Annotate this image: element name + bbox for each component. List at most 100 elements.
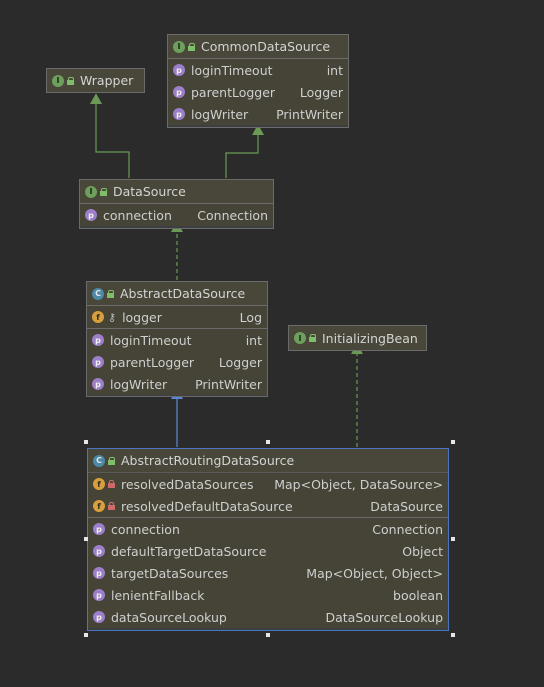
property-icon: p bbox=[93, 545, 105, 557]
resize-handle-middle-left[interactable] bbox=[84, 537, 88, 541]
class-datasource[interactable]: I DataSource p connection Connection bbox=[79, 179, 274, 229]
property-type: Object bbox=[402, 543, 443, 559]
class-abstractdatasource[interactable]: C AbstractDataSource f ⚷ logger Log p lo… bbox=[86, 281, 268, 397]
class-wrapper[interactable]: I Wrapper bbox=[46, 68, 145, 93]
property-name: parentLogger bbox=[191, 84, 276, 100]
lock-icon bbox=[108, 502, 115, 510]
property-type: DataSourceLookup bbox=[325, 609, 443, 625]
field-type: Map<Object, DataSource> bbox=[274, 476, 443, 492]
property-name: lenientFallback bbox=[111, 587, 205, 603]
resize-handle-top-middle[interactable] bbox=[266, 440, 270, 444]
resize-handle-bottom-right[interactable] bbox=[451, 633, 455, 637]
field-row[interactable]: f resolvedDataSources Map<Object, DataSo… bbox=[88, 473, 448, 495]
key-icon: ⚷ bbox=[108, 310, 117, 324]
class-title: CommonDataSource bbox=[201, 39, 331, 54]
property-type: boolean bbox=[393, 587, 443, 603]
class-header: C AbstractDataSource bbox=[87, 282, 267, 306]
property-type: Map<Object, Object> bbox=[306, 565, 443, 581]
edge-datasource-wrapper bbox=[90, 93, 130, 178]
property-type: int bbox=[326, 62, 343, 78]
class-abstractroutingdatasource[interactable]: C AbstractRoutingDataSource f resolvedDa… bbox=[87, 448, 449, 631]
property-row[interactable]: p targetDataSources Map<Object, Object> bbox=[88, 562, 448, 584]
field-type: Log bbox=[239, 309, 262, 325]
field-icon: f bbox=[93, 500, 105, 512]
resize-handle-top-left[interactable] bbox=[84, 440, 88, 444]
edge-datasource-commondatasource bbox=[225, 124, 264, 178]
public-icon bbox=[188, 42, 195, 51]
field-icon: f bbox=[93, 478, 105, 490]
property-row[interactable]: p defaultTargetDataSource Object bbox=[88, 540, 448, 562]
class-commondatasource[interactable]: I CommonDataSource p loginTimeout int p … bbox=[167, 34, 349, 128]
property-type: int bbox=[245, 332, 262, 348]
field-name: resolvedDefaultDataSource bbox=[121, 498, 293, 514]
property-name: parentLogger bbox=[110, 354, 195, 370]
property-row[interactable]: p connection Connection bbox=[80, 204, 273, 226]
class-header: I CommonDataSource bbox=[168, 35, 348, 59]
property-row[interactable]: p logWriter PrintWriter bbox=[168, 103, 348, 125]
property-row[interactable]: p dataSourceLookup DataSourceLookup bbox=[88, 606, 448, 628]
property-type: Connection bbox=[372, 521, 443, 537]
property-row[interactable]: p parentLogger Logger bbox=[87, 351, 267, 373]
property-name: defaultTargetDataSource bbox=[111, 543, 267, 559]
class-header: C AbstractRoutingDataSource bbox=[88, 449, 448, 473]
public-icon bbox=[100, 187, 107, 196]
public-icon bbox=[107, 289, 114, 298]
field-row[interactable]: f resolvedDefaultDataSource DataSource bbox=[88, 495, 448, 517]
property-type: PrintWriter bbox=[195, 376, 262, 392]
property-name: dataSourceLookup bbox=[111, 609, 227, 625]
property-type: Logger bbox=[218, 354, 262, 370]
abstract-class-icon: C bbox=[92, 287, 104, 300]
interface-icon: I bbox=[173, 40, 185, 53]
class-header: I Wrapper bbox=[47, 69, 144, 92]
field-type: DataSource bbox=[370, 498, 443, 514]
resize-handle-top-right[interactable] bbox=[451, 440, 455, 444]
property-type: Logger bbox=[299, 84, 343, 100]
property-icon: p bbox=[93, 611, 105, 623]
property-row[interactable]: p parentLogger Logger bbox=[168, 81, 348, 103]
property-row[interactable]: p lenientFallback boolean bbox=[88, 584, 448, 606]
class-title: AbstractRoutingDataSource bbox=[121, 453, 295, 468]
property-icon: p bbox=[173, 108, 185, 120]
public-icon bbox=[309, 334, 316, 342]
class-initializingbean[interactable]: I InitializingBean bbox=[288, 325, 427, 351]
property-icon: p bbox=[92, 356, 104, 368]
interface-icon: I bbox=[85, 185, 97, 198]
class-header: I DataSource bbox=[80, 180, 273, 204]
property-name: targetDataSources bbox=[111, 565, 229, 581]
resize-handle-middle-right[interactable] bbox=[451, 537, 455, 541]
field-name: logger bbox=[122, 309, 162, 325]
property-name: loginTimeout bbox=[191, 62, 273, 78]
property-type: PrintWriter bbox=[276, 106, 343, 122]
field-row[interactable]: f ⚷ logger Log bbox=[87, 306, 267, 328]
property-icon: p bbox=[173, 64, 185, 76]
property-row[interactable]: p logWriter PrintWriter bbox=[87, 373, 267, 395]
interface-icon: I bbox=[52, 74, 64, 87]
property-row[interactable]: p connection Connection bbox=[88, 518, 448, 540]
property-row[interactable]: p loginTimeout int bbox=[168, 59, 348, 81]
class-title: Wrapper bbox=[80, 73, 134, 88]
property-icon: p bbox=[92, 378, 104, 390]
field-icon: f bbox=[92, 311, 104, 323]
class-header: I InitializingBean bbox=[289, 326, 426, 350]
property-row[interactable]: p loginTimeout int bbox=[87, 329, 267, 351]
property-name: loginTimeout bbox=[110, 332, 192, 348]
property-icon: p bbox=[85, 209, 97, 221]
property-name: connection bbox=[103, 207, 172, 223]
property-icon: p bbox=[173, 86, 185, 98]
resize-handle-bottom-middle[interactable] bbox=[266, 633, 270, 637]
lock-icon bbox=[108, 480, 115, 488]
property-icon: p bbox=[93, 589, 105, 601]
class-title: AbstractDataSource bbox=[120, 286, 246, 301]
class-title: InitializingBean bbox=[322, 330, 418, 346]
property-icon: p bbox=[93, 523, 105, 535]
class-title: DataSource bbox=[113, 184, 186, 199]
property-name: logWriter bbox=[110, 376, 168, 392]
public-icon bbox=[67, 76, 74, 85]
property-name: logWriter bbox=[191, 106, 249, 122]
resize-handle-bottom-left[interactable] bbox=[84, 633, 88, 637]
property-icon: p bbox=[93, 567, 105, 579]
property-type: Connection bbox=[197, 207, 268, 223]
abstract-class-icon: C bbox=[93, 454, 105, 467]
property-name: connection bbox=[111, 521, 180, 537]
interface-icon: I bbox=[294, 332, 306, 344]
